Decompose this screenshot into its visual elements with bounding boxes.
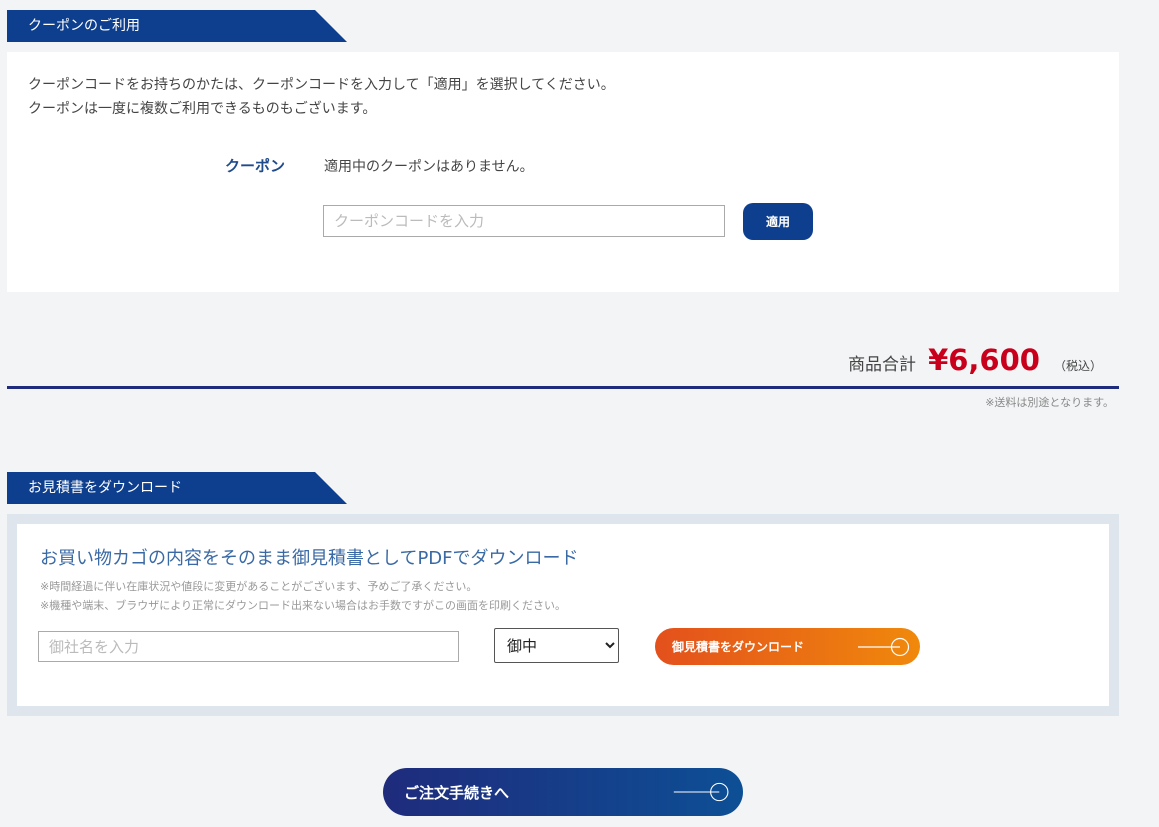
- company-name-input[interactable]: [38, 631, 459, 662]
- shipping-note: ※送料は別途となります。: [985, 396, 1114, 409]
- estimate-panel-inner: お買い物カゴの内容をそのまま御見積書としてPDFでダウンロード ※時間経過に伴い…: [17, 524, 1109, 706]
- tax-included-label: （税込）: [1053, 359, 1102, 373]
- coupon-label: クーポン: [225, 157, 286, 175]
- estimate-section-heading: お見積書をダウンロード: [7, 472, 347, 504]
- download-estimate-button[interactable]: 御見積書をダウンロード: [655, 628, 920, 665]
- coupon-panel: クーポンコードをお持ちのかたは、クーポンコードを入力して「適用」を選択してくださ…: [7, 52, 1119, 292]
- apply-coupon-button[interactable]: 適用: [743, 203, 813, 240]
- honorific-select[interactable]: 御中: [494, 628, 619, 663]
- proceed-to-order-label: ご注文手続きへ: [404, 783, 510, 802]
- subtotal-amount: ¥6,600: [928, 343, 1040, 377]
- proceed-to-order-button[interactable]: ご注文手続きへ: [383, 768, 743, 816]
- estimate-note2: ※機種や端末、ブラウザにより正常にダウンロード出来ない場合はお手数ですがこの画面…: [40, 599, 566, 612]
- estimate-title: お買い物カゴの内容をそのまま御見積書としてPDFでダウンロード: [40, 548, 579, 569]
- coupon-status-text: 適用中のクーポンはありません。: [324, 159, 534, 175]
- coupon-section-heading: クーポンのご利用: [7, 10, 347, 42]
- estimate-panel: お買い物カゴの内容をそのまま御見積書としてPDFでダウンロード ※時間経過に伴い…: [7, 514, 1119, 716]
- subtotal-label: 商品合計: [848, 355, 917, 375]
- circle-arrow-icon: [858, 637, 910, 656]
- coupon-code-input[interactable]: [323, 205, 725, 237]
- coupon-description-line2: クーポンは一度に複数ご利用できるものもございます。: [28, 101, 377, 117]
- circle-arrow-icon: [673, 782, 729, 802]
- estimate-note1: ※時間経過に伴い在庫状況や値段に変更があることがございます、予めご了承ください。: [40, 580, 478, 593]
- total-divider: [7, 386, 1119, 389]
- coupon-description-line1: クーポンコードをお持ちのかたは、クーポンコードを入力して「適用」を選択してくださ…: [28, 77, 615, 93]
- total-row: 商品合計 ¥6,600 （税込）: [848, 343, 1102, 383]
- download-estimate-label: 御見積書をダウンロード: [672, 640, 805, 654]
